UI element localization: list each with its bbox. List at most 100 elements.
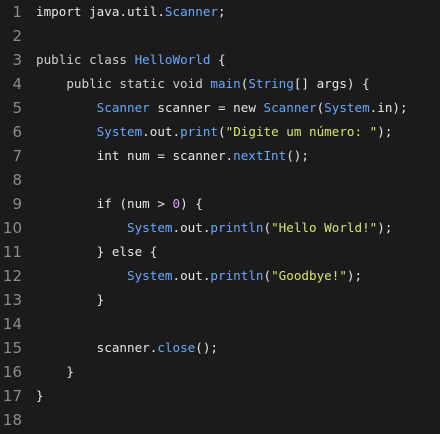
- code-token: "Digite um número: ": [225, 124, 378, 139]
- code-line[interactable]: 6 System.out.print("Digite um número: ")…: [0, 120, 440, 144]
- code-token: (: [263, 220, 272, 235]
- code-token: print: [180, 124, 219, 139]
- code-token: scanner.: [36, 340, 158, 355]
- code-token: );: [377, 220, 393, 235]
- code-token: .out.: [172, 268, 211, 283]
- line-number: 13: [2, 291, 22, 309]
- code-text: }: [22, 384, 440, 408]
- code-token: System: [127, 268, 173, 283]
- code-line[interactable]: 15 scanner.close();: [0, 336, 440, 360]
- line-number: 12: [2, 267, 22, 285]
- code-token: nextInt: [233, 148, 287, 163]
- code-text: scanner.close();: [22, 336, 440, 360]
- code-text: } else {: [22, 240, 440, 264]
- code-token: ();: [286, 148, 309, 163]
- code-line[interactable]: 14: [0, 312, 440, 336]
- code-text: if (num > 0) {: [22, 192, 440, 216]
- code-token: Scanner: [164, 4, 218, 19]
- code-line[interactable]: 10 System.out.println("Hello World!");: [0, 216, 440, 240]
- code-token: .out.: [172, 220, 211, 235]
- code-token: System: [127, 220, 173, 235]
- code-token: (: [263, 268, 272, 283]
- code-token: .in);: [369, 100, 408, 115]
- code-line[interactable]: 11 } else {: [0, 240, 440, 264]
- code-token: [] args) {: [293, 76, 370, 91]
- line-number: 18: [2, 411, 22, 429]
- code-text: import java.util.Scanner;: [22, 0, 440, 24]
- line-number: 1: [12, 3, 22, 21]
- code-token: String: [248, 76, 294, 91]
- code-token: println: [210, 268, 264, 283]
- code-line[interactable]: 1 import java.util.Scanner;: [0, 0, 440, 24]
- code-line[interactable]: 7 int num = scanner.nextInt();: [0, 144, 440, 168]
- line-number: 15: [2, 339, 22, 357]
- code-token: public class: [36, 52, 135, 67]
- code-line[interactable]: 13 }: [0, 288, 440, 312]
- code-line[interactable]: 2: [0, 24, 440, 48]
- line-number: 11: [2, 243, 22, 261]
- line-number: 6: [12, 123, 22, 141]
- code-editor[interactable]: 1 import java.util.Scanner; 2 3 public class…: [0, 0, 440, 434]
- line-number: 5: [12, 99, 22, 117]
- code-text: int num = scanner.nextInt();: [22, 144, 440, 168]
- code-line[interactable]: 18: [0, 408, 440, 432]
- code-token: "Hello World!": [271, 220, 378, 235]
- code-token: System: [324, 100, 370, 115]
- code-token: close: [157, 340, 196, 355]
- code-line[interactable]: 9 if (num > 0) {: [0, 192, 440, 216]
- line-number: 14: [2, 315, 22, 333]
- line-number: 8: [12, 171, 22, 189]
- code-token: if (num >: [36, 196, 173, 211]
- line-number: 7: [12, 147, 22, 165]
- code-text: }: [22, 288, 440, 312]
- code-token: } else {: [36, 244, 158, 259]
- code-text: }: [22, 360, 440, 384]
- code-token: }: [36, 292, 105, 307]
- line-number: 9: [12, 195, 22, 213]
- code-token: ;: [217, 4, 226, 19]
- line-number: 4: [12, 75, 22, 93]
- code-line[interactable]: 5 Scanner scanner = new Scanner(System.i…: [0, 96, 440, 120]
- code-token: scanner = new: [149, 100, 264, 115]
- code-text: Scanner scanner = new Scanner(System.in)…: [22, 96, 440, 120]
- code-token: main: [210, 76, 241, 91]
- line-number: 3: [12, 51, 22, 69]
- code-token: ) {: [180, 196, 203, 211]
- line-number: 10: [2, 219, 22, 237]
- line-number: 17: [2, 387, 22, 405]
- code-text: System.out.print("Digite um número: ");: [22, 120, 440, 144]
- code-text: public static void main(String[] args) {: [22, 72, 440, 96]
- code-token: Scanner: [263, 100, 317, 115]
- code-line[interactable]: 3 public class HelloWorld {: [0, 48, 440, 72]
- line-number: 2: [12, 27, 22, 45]
- code-token: }: [36, 364, 74, 379]
- code-token: Scanner: [96, 100, 150, 115]
- code-line[interactable]: 4 public static void main(String[] args)…: [0, 72, 440, 96]
- line-number: 16: [2, 363, 22, 381]
- code-token: (: [218, 124, 226, 139]
- code-token: println: [210, 220, 264, 235]
- code-token: int num = scanner.: [36, 148, 234, 163]
- code-text: public class HelloWorld {: [22, 48, 440, 72]
- code-token: System: [96, 124, 143, 139]
- code-token: HelloWorld: [134, 52, 211, 67]
- code-token: );: [346, 268, 363, 283]
- code-token: .out.: [142, 124, 181, 139]
- code-text: System.out.println("Goodbye!");: [22, 264, 440, 288]
- code-line[interactable]: 8: [0, 168, 440, 192]
- code-token: "Goodbye!": [271, 268, 347, 283]
- code-line[interactable]: 16 }: [0, 360, 440, 384]
- code-token: {: [210, 52, 226, 67]
- code-text: System.out.println("Hello World!");: [22, 216, 440, 240]
- code-token: 0: [172, 196, 181, 211]
- code-token: );: [377, 124, 393, 139]
- code-token: public static void: [36, 76, 211, 91]
- code-line[interactable]: 12 System.out.println("Goodbye!");: [0, 264, 440, 288]
- code-token: ();: [195, 340, 218, 355]
- code-token: }: [36, 388, 44, 403]
- code-line[interactable]: 17}: [0, 384, 440, 408]
